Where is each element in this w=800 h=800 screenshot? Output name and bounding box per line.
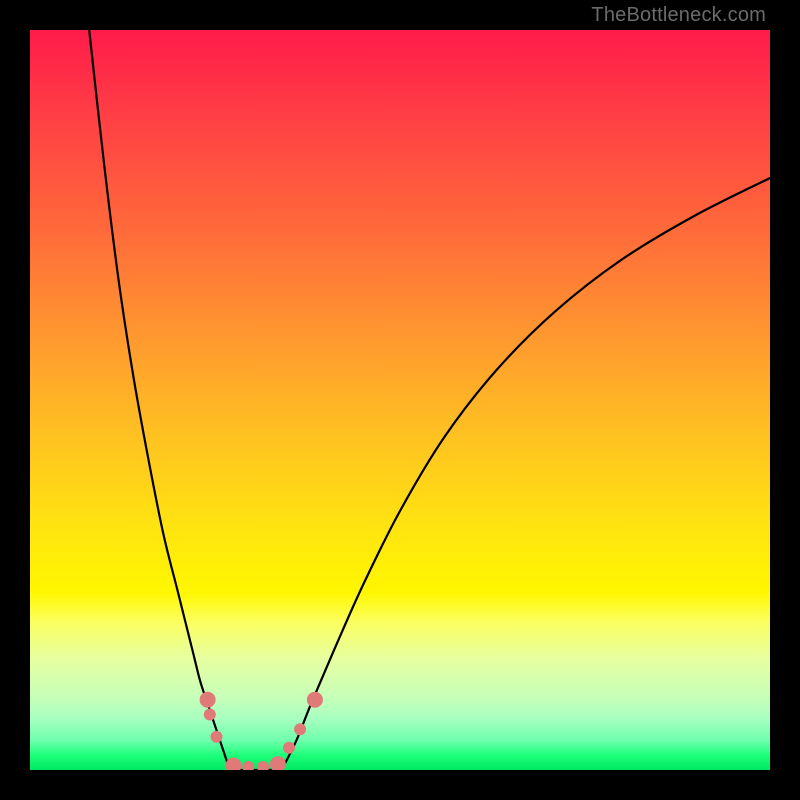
bottleneck-curve	[89, 30, 770, 770]
plot-area	[30, 30, 770, 770]
watermark-text: TheBottleneck.com	[591, 4, 766, 27]
data-marker	[257, 761, 269, 770]
data-marker	[242, 761, 254, 770]
data-marker	[283, 742, 295, 754]
data-marker	[294, 723, 306, 735]
data-marker	[226, 758, 242, 770]
data-markers	[200, 692, 323, 770]
curve-group	[89, 30, 770, 770]
outer-frame: TheBottleneck.com	[0, 0, 800, 800]
data-marker	[200, 692, 216, 708]
bottleneck-curve-svg	[30, 30, 770, 770]
data-marker	[204, 709, 216, 721]
data-marker	[270, 756, 286, 770]
data-marker	[307, 692, 323, 708]
data-marker	[210, 731, 222, 743]
